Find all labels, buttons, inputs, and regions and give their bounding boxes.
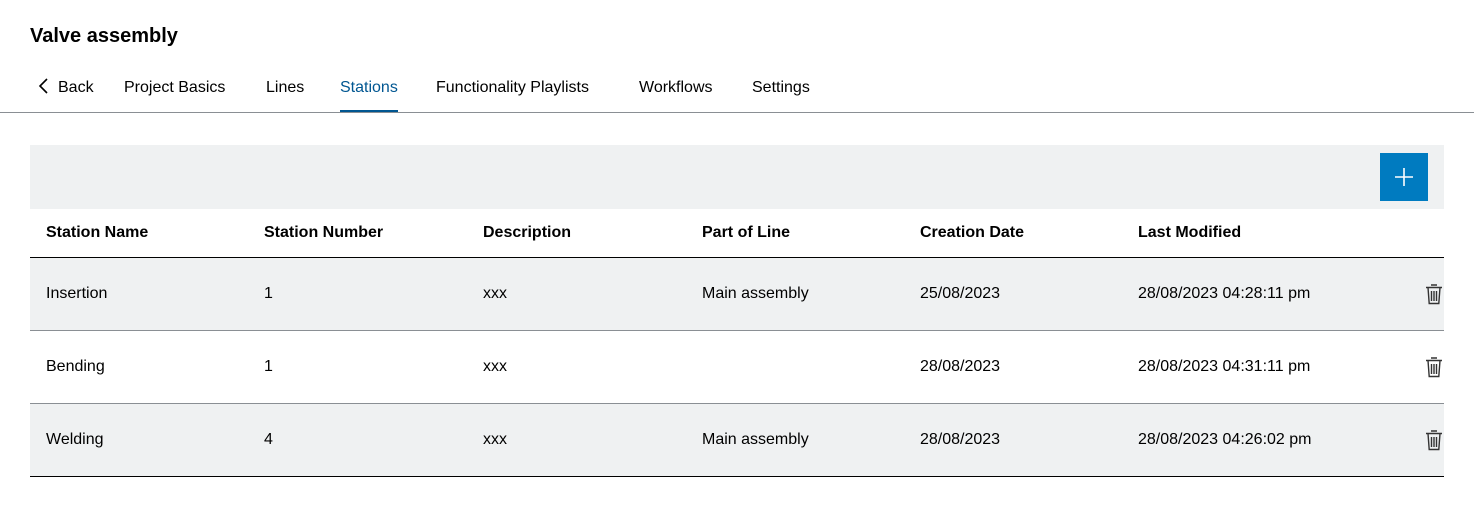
cell-actions	[1356, 257, 1444, 331]
column-header-actions	[1356, 209, 1444, 258]
tab-project-basics[interactable]: Project Basics	[124, 70, 225, 112]
page-title: Valve assembly	[30, 25, 178, 47]
back-label: Back	[58, 79, 94, 96]
cell-creation-date: 28/08/2023	[904, 330, 1122, 404]
last-modified-text: 28/08/2023 04:31:11 pm	[1138, 358, 1311, 375]
delete-button[interactable]	[1424, 282, 1444, 306]
column-header-last-modified[interactable]: Last Modified	[1122, 209, 1356, 258]
add-station-button[interactable]	[1380, 153, 1428, 201]
last-modified-text: 28/08/2023 04:28:11 pm	[1138, 285, 1311, 302]
tab-lines[interactable]: Lines	[266, 70, 304, 112]
column-header-station-name[interactable]: Station Name	[30, 209, 248, 258]
cell-creation-date: 28/08/2023	[904, 403, 1122, 477]
column-header-part-of-line[interactable]: Part of Line	[686, 209, 904, 258]
delete-button[interactable]	[1424, 428, 1444, 452]
tab-functionality-playlists[interactable]: Functionality Playlists	[436, 70, 589, 112]
cell-station-name: Insertion	[30, 257, 248, 331]
trash-icon	[1426, 430, 1442, 450]
cell-station-number: 1	[248, 330, 467, 404]
last-modified-text: 28/08/2023 04:26:02 pm	[1138, 431, 1312, 448]
tab-workflows[interactable]: Workflows	[639, 70, 713, 112]
table-toolbar	[30, 145, 1444, 209]
cell-station-name: Bending	[30, 330, 248, 404]
table-row[interactable]: Insertion 1 xxx Main assembly 25/08/2023…	[30, 257, 1444, 331]
cell-station-number: 1	[248, 257, 467, 331]
table-row[interactable]: Bending 1 xxx 28/08/2023 28/08/2023 04:3…	[30, 330, 1444, 404]
cell-part-of-line: Main assembly	[686, 257, 904, 331]
cell-description: xxx	[467, 403, 686, 477]
cell-actions	[1356, 403, 1444, 477]
table-header-row: Station Name Station Number Description …	[30, 209, 1444, 258]
table-row[interactable]: Welding 4 xxx Main assembly 28/08/2023 2…	[30, 403, 1444, 477]
trash-icon	[1426, 284, 1442, 304]
trash-icon	[1426, 357, 1442, 377]
back-link[interactable]: Back	[36, 70, 94, 112]
cell-description: xxx	[467, 257, 686, 331]
tab-stations[interactable]: Stations	[340, 70, 398, 112]
column-header-station-number[interactable]: Station Number	[248, 209, 467, 258]
delete-button[interactable]	[1424, 355, 1444, 379]
cell-station-number: 4	[248, 403, 467, 477]
stations-table: Station Name Station Number Description …	[30, 209, 1444, 477]
cell-last-modified: 28/08/2023 04:28:11 pm	[1122, 257, 1356, 331]
cell-actions	[1356, 330, 1444, 404]
column-header-description[interactable]: Description	[467, 209, 686, 258]
cell-description: xxx	[467, 330, 686, 404]
cell-part-of-line	[686, 330, 904, 404]
cell-last-modified: 28/08/2023 04:26:02 pm	[1122, 403, 1356, 477]
chevron-left-icon	[38, 78, 48, 94]
column-header-creation-date[interactable]: Creation Date	[904, 209, 1122, 258]
cell-creation-date: 25/08/2023	[904, 257, 1122, 331]
tab-bar: Back Project Basics Lines Stations Funct…	[0, 70, 1474, 113]
tab-settings[interactable]: Settings	[752, 70, 810, 112]
cell-part-of-line: Main assembly	[686, 403, 904, 477]
cell-station-name: Welding	[30, 403, 248, 477]
cell-last-modified: 28/08/2023 04:31:11 pm	[1122, 330, 1356, 404]
plus-icon	[1395, 168, 1413, 186]
